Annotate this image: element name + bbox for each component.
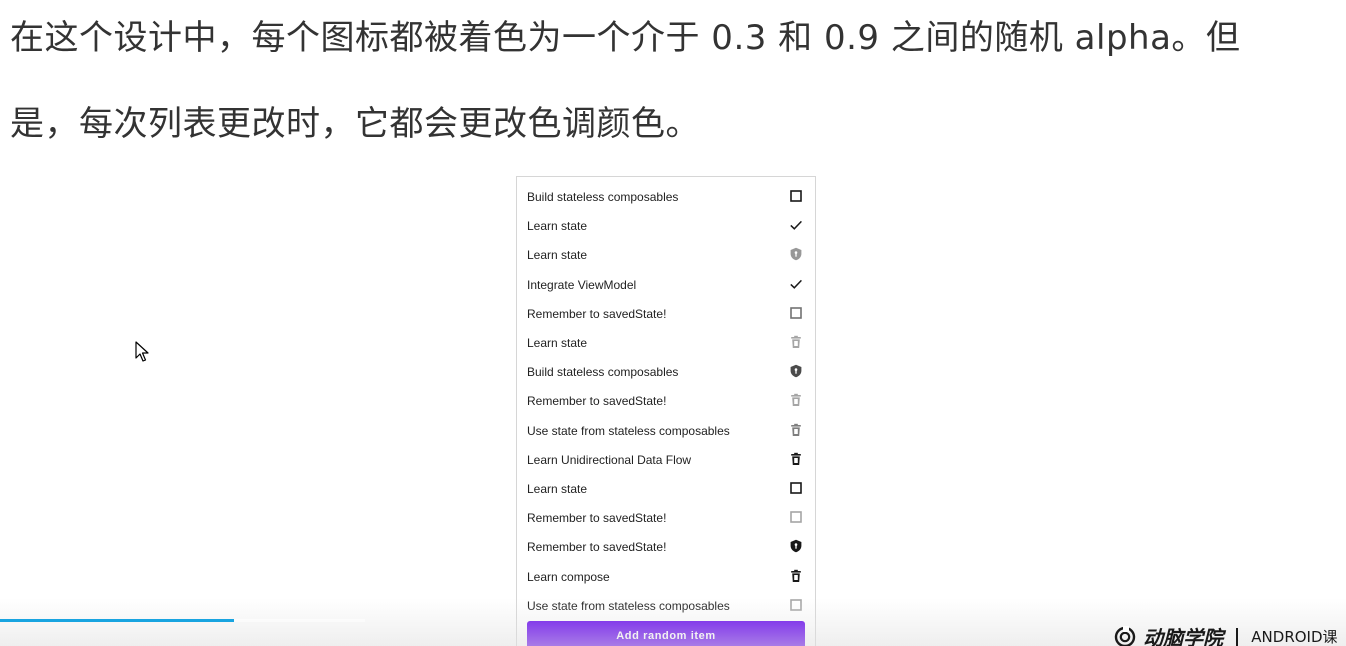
todo-list-item[interactable]: Remember to savedState! <box>517 533 815 562</box>
todo-item-label: Remember to savedState! <box>527 540 667 555</box>
video-progress-bar[interactable] <box>0 619 365 622</box>
checkbox-outline-icon <box>789 189 803 203</box>
todo-list-item[interactable]: Learn state <box>517 475 815 504</box>
todo-app-screen: Build stateless composables Learn state Le… <box>516 176 816 646</box>
todo-item-label: Remember to savedState! <box>527 306 667 321</box>
todo-list-item[interactable]: Build stateless composables <box>517 183 815 212</box>
todo-list-item[interactable]: Use state from stateless composables <box>517 592 815 621</box>
check-icon <box>789 218 803 232</box>
todo-list-item[interactable]: Remember to savedState! <box>517 387 815 416</box>
trash-can-icon <box>789 452 803 466</box>
caption-line-1: 在这个设计中，每个图标都被着色为一个介于 0.3 和 0.9 之间的随机 alp… <box>10 18 1241 58</box>
todo-list-item[interactable]: Integrate ViewModel <box>517 271 815 300</box>
trash-can-icon <box>789 569 803 583</box>
watermark-tag: ANDROID课 <box>1251 628 1338 646</box>
video-frame: 在这个设计中，每个图标都被着色为一个介于 0.3 和 0.9 之间的随机 alp… <box>0 0 1346 646</box>
checkbox-outline-icon <box>789 510 803 524</box>
todo-list-item[interactable]: Learn state <box>517 212 815 241</box>
todo-list-item[interactable]: Remember to savedState! <box>517 504 815 533</box>
todo-item-label: Learn state <box>527 336 588 350</box>
checkbox-outline-icon <box>789 481 803 495</box>
todo-item-label: Remember to savedState! <box>527 394 667 409</box>
todo-list-item[interactable]: Remember to savedState! <box>517 300 815 329</box>
todo-item-label: Learn state <box>527 219 588 234</box>
privacy-shield-icon <box>789 539 803 553</box>
todo-list-item[interactable]: Learn state <box>517 241 815 270</box>
trash-can-icon <box>789 393 803 407</box>
watermark: 动脑学院 ANDROID课 <box>1114 622 1338 646</box>
todo-item-label: Learn compose <box>527 569 610 584</box>
todo-list-item[interactable]: Learn compose <box>517 563 815 592</box>
brand-logo-icon <box>1114 625 1136 646</box>
checkbox-outline-icon <box>789 598 803 612</box>
trash-can-icon <box>789 423 803 437</box>
todo-item-label: Integrate ViewModel <box>527 277 637 292</box>
checkbox-outline-icon <box>789 306 803 320</box>
todo-item-label: Build stateless composables <box>527 365 679 380</box>
todo-list-item[interactable]: Learn state <box>517 329 815 358</box>
privacy-shield-icon <box>789 247 803 261</box>
watermark-separator <box>1236 627 1239 646</box>
video-progress-fill <box>0 619 234 622</box>
todo-item-label: Learn Unidirectional Data Flow <box>527 452 692 467</box>
todo-item-label: Remember to savedState! <box>527 511 667 526</box>
privacy-shield-icon <box>789 364 803 378</box>
todo-item-label: Build stateless composables <box>527 190 679 204</box>
mouse-cursor-icon <box>135 341 149 362</box>
todo-list-item[interactable]: Learn Unidirectional Data Flow <box>517 446 815 475</box>
watermark-brand-name: 动脑学院 <box>1143 626 1224 646</box>
todo-item-label: Use state from stateless composables <box>527 598 730 613</box>
caption-line-2: 是，每次列表更改时，它都会更改色调颜色。 <box>10 104 700 144</box>
todo-item-label: Use state from stateless composables <box>527 423 730 438</box>
todo-list-item[interactable]: Build stateless composables <box>517 358 815 387</box>
trash-can-icon <box>789 335 803 349</box>
add-random-item-button[interactable]: Add random item <box>527 621 805 646</box>
check-icon <box>789 277 803 291</box>
todo-list-item[interactable]: Use state from stateless composables <box>517 417 815 446</box>
todo-item-label: Learn state <box>527 482 588 496</box>
todo-item-label: Learn state <box>527 248 588 263</box>
